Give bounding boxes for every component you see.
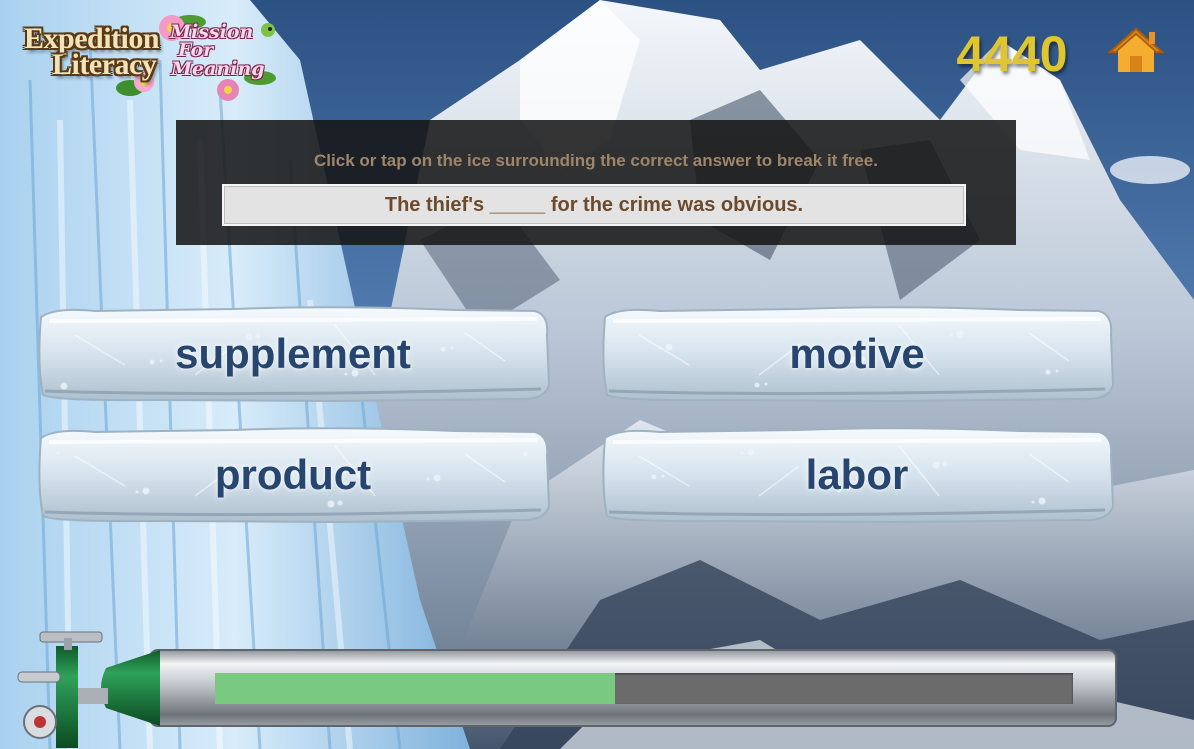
ice-bubble xyxy=(1038,497,1046,505)
logo-subtitle-meaning: Meaning xyxy=(171,58,265,80)
home-icon xyxy=(1107,27,1165,72)
answer-ice-block[interactable]: labor xyxy=(599,426,1115,524)
ice-bubble xyxy=(764,382,768,386)
answer-word: labor xyxy=(805,451,909,498)
ice-bubble xyxy=(754,382,760,388)
logo-title-line2: Literacy xyxy=(52,48,157,81)
sentence-box: The thief's _____ for the crime was obvi… xyxy=(222,184,966,226)
answer-word: motive xyxy=(789,330,925,377)
oxygen-progress-fill xyxy=(215,673,615,704)
oxygen-progress-bar xyxy=(215,673,1073,704)
question-panel: Click or tap on the ice surrounding the … xyxy=(176,120,1016,245)
ice-bubble xyxy=(327,500,335,508)
ice-bubble xyxy=(60,382,68,390)
score-counter: 4440 xyxy=(956,26,1068,82)
answer-ice-block[interactable]: motive xyxy=(599,305,1115,403)
logo-subtitle-for: For xyxy=(178,39,214,61)
answer-ice-block[interactable]: product xyxy=(35,426,551,524)
answer-word: supplement xyxy=(175,330,411,377)
ice-bubble xyxy=(53,323,57,327)
answer-word: product xyxy=(214,451,372,498)
ice-bubble xyxy=(1031,500,1035,504)
ice-bubble xyxy=(337,500,343,506)
question-sentence: The thief's _____ for the crime was obvi… xyxy=(384,194,804,216)
home-button[interactable] xyxy=(1107,26,1165,76)
instruction-text: Click or tap on the ice surrounding the … xyxy=(314,151,878,170)
game-logo: Expedition Literacy Mission For Meaning xyxy=(18,8,280,102)
answer-ice-block[interactable]: supplement xyxy=(35,305,551,403)
